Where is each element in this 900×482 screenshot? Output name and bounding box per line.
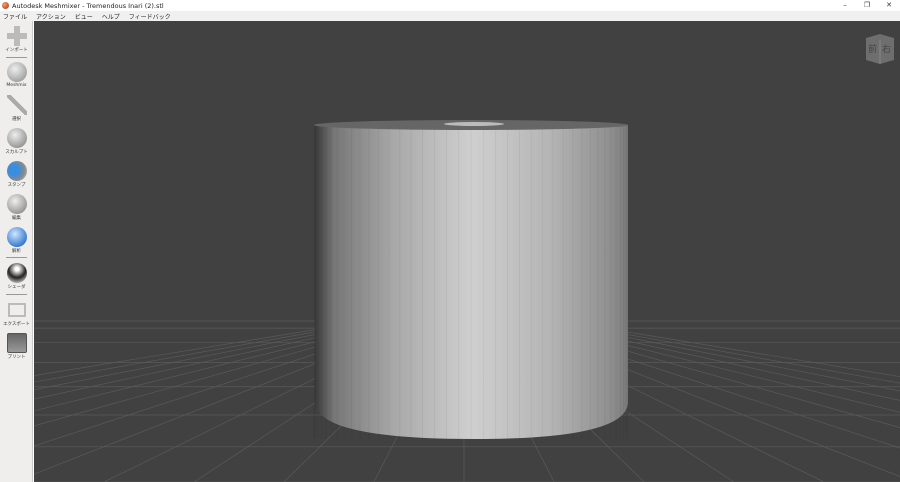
divider bbox=[6, 257, 27, 258]
restore-button[interactable]: ❐ bbox=[856, 0, 878, 11]
scene bbox=[34, 120, 900, 482]
tool-edit[interactable]: 編集 bbox=[0, 194, 33, 221]
tool-print[interactable]: プリント bbox=[0, 333, 33, 360]
window-title: Autodesk Meshmixer - Tremendous Inari (2… bbox=[12, 1, 164, 10]
tool-select[interactable]: 選択 bbox=[0, 95, 33, 122]
menu-view[interactable]: ビュー bbox=[75, 12, 93, 21]
tool-sculpt[interactable]: スカルプト bbox=[0, 128, 33, 155]
view-cube[interactable]: 前 右 bbox=[864, 32, 896, 64]
title-bar: Autodesk Meshmixer - Tremendous Inari (2… bbox=[0, 0, 900, 11]
edit-icon bbox=[6, 194, 27, 214]
print-icon bbox=[6, 333, 27, 353]
divider bbox=[6, 294, 27, 295]
tool-label: プリント bbox=[7, 355, 26, 360]
3d-viewport[interactable]: 前 右 bbox=[34, 21, 900, 482]
tool-meshmix[interactable]: Meshmix bbox=[0, 62, 33, 88]
shader-sphere-icon bbox=[6, 263, 27, 283]
stamp-icon bbox=[6, 161, 27, 181]
tool-stamp[interactable]: スタンプ bbox=[0, 161, 33, 188]
tool-label: 編集 bbox=[12, 216, 21, 221]
sculpt-brush-icon bbox=[6, 128, 27, 148]
export-icon bbox=[7, 303, 26, 317]
tool-import[interactable]: インポート bbox=[0, 26, 33, 53]
view-cube-right[interactable]: 右 bbox=[882, 42, 891, 55]
minimize-button[interactable]: – bbox=[834, 0, 856, 11]
tool-export[interactable]: エクスポート bbox=[0, 300, 33, 327]
menu-bar: ファイル アクション ビュー ヘルプ フィードバック bbox=[0, 11, 900, 21]
analysis-icon bbox=[6, 227, 27, 247]
app-icon bbox=[2, 2, 9, 9]
tool-sidebar: インポート Meshmix 選択 スカルプト スタンプ 編集 解析 シェーダ エ… bbox=[0, 21, 33, 482]
plus-icon bbox=[6, 26, 27, 46]
tool-label: インポート bbox=[5, 48, 28, 53]
tool-label: Meshmix bbox=[6, 83, 27, 88]
menu-file[interactable]: ファイル bbox=[3, 12, 27, 21]
menu-help[interactable]: ヘルプ bbox=[102, 12, 120, 21]
menu-actions[interactable]: アクション bbox=[36, 12, 66, 21]
tool-label: シェーダ bbox=[7, 285, 26, 290]
divider bbox=[6, 57, 27, 58]
tool-analysis[interactable]: 解析 bbox=[0, 227, 33, 254]
tool-label: スカルプト bbox=[5, 150, 28, 155]
cylinder-model[interactable] bbox=[313, 120, 629, 439]
tool-label: 解析 bbox=[12, 249, 21, 254]
view-cube-front[interactable]: 前 bbox=[868, 42, 877, 55]
close-button[interactable]: ✕ bbox=[878, 0, 900, 11]
tool-shader[interactable]: シェーダ bbox=[0, 263, 33, 290]
meshmix-icon bbox=[6, 62, 27, 82]
tool-label: エクスポート bbox=[3, 322, 30, 327]
tool-label: スタンプ bbox=[7, 183, 26, 188]
menu-feedback[interactable]: フィードバック bbox=[129, 12, 171, 21]
tool-label: 選択 bbox=[12, 117, 21, 122]
select-arrow-icon bbox=[6, 95, 27, 115]
